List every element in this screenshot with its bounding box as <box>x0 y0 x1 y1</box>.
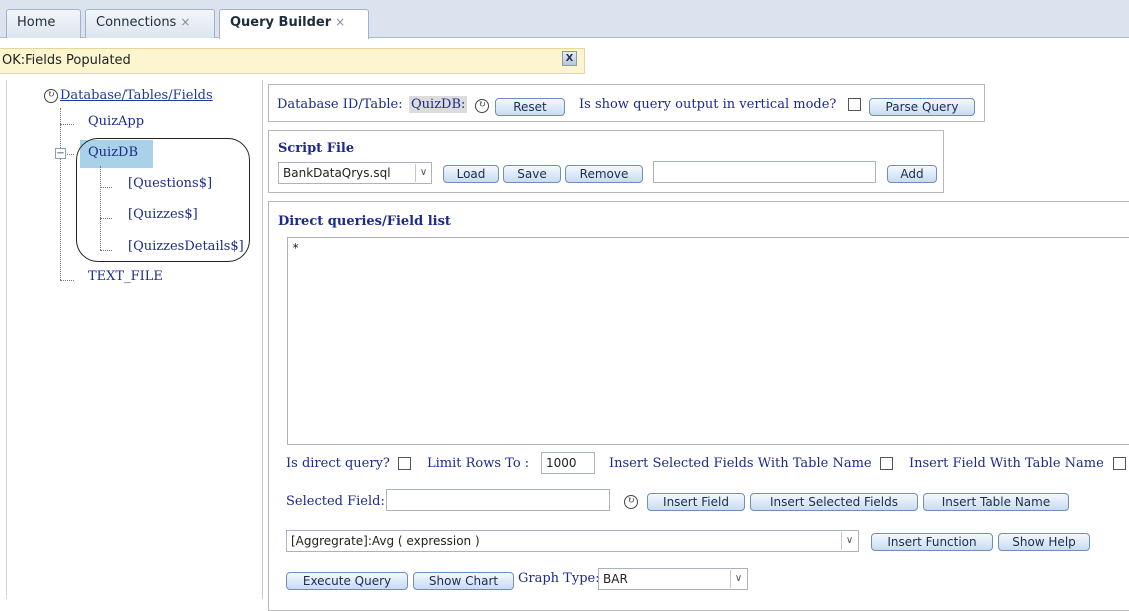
function-select[interactable]: [Aggregrate]:Avg ( expression ) <box>286 530 859 552</box>
tab-home[interactable]: Home <box>6 9 81 38</box>
insert-table-name-button[interactable]: Insert Table Name <box>923 493 1069 511</box>
tab-bar: Home Connections × Query Builder × <box>0 0 1129 39</box>
tab-label: Query Builder <box>230 15 332 30</box>
insert-field-with-table-checkbox[interactable] <box>1113 457 1126 470</box>
graph-type-select[interactable]: BAR <box>598 568 748 590</box>
execute-query-button[interactable]: Execute Query <box>286 572 408 590</box>
close-icon[interactable]: × <box>180 15 190 29</box>
refresh-icon[interactable]: ↻ <box>624 495 638 509</box>
function-value: [Aggregrate]:Avg ( expression ) <box>291 534 480 548</box>
vertical-mode-checkbox[interactable] <box>848 98 861 111</box>
direct-query-checkbox[interactable] <box>398 457 411 470</box>
vertical-mode-label: Is show query output in vertical mode? <box>579 97 837 112</box>
query-textarea[interactable]: * <box>287 237 1129 445</box>
script-file-title: Script File <box>278 141 355 156</box>
load-button[interactable]: Load <box>443 165 499 183</box>
annotation-callout <box>76 138 250 262</box>
graph-type-label: Graph Type: <box>518 571 600 586</box>
tab-label: Connections <box>96 15 177 30</box>
chevron-down-icon[interactable]: ∨ <box>730 570 746 588</box>
tree-connector <box>60 124 74 125</box>
status-message: OK:Fields Populated <box>2 53 131 68</box>
save-button[interactable]: Save <box>503 165 561 183</box>
show-chart-button[interactable]: Show Chart <box>413 572 514 590</box>
tree-root[interactable]: Database/Tables/Fields <box>60 88 213 103</box>
tree-node-text-file[interactable]: TEXT_FILE <box>88 269 163 284</box>
query-panel-title: Direct queries/Field list <box>278 214 451 229</box>
script-file-select[interactable]: BankDataQrys.sql <box>278 162 432 184</box>
tree-collapse-icon[interactable]: − <box>55 148 66 159</box>
limit-rows-input[interactable]: 1000 <box>541 452 595 474</box>
limit-rows-label: Limit Rows To : <box>427 456 530 471</box>
tree-connector <box>60 280 74 281</box>
refresh-icon[interactable]: ↻ <box>475 99 489 113</box>
query-text: * <box>292 241 300 255</box>
refresh-icon[interactable]: ↻ <box>44 89 58 103</box>
insert-selected-with-table-checkbox[interactable] <box>880 457 893 470</box>
panel-divider[interactable] <box>262 80 263 599</box>
database-id-value: QuizDB: <box>409 96 468 113</box>
chevron-down-icon[interactable]: ∨ <box>415 164 431 182</box>
selected-field-label: Selected Field: <box>286 494 385 509</box>
insert-field-button[interactable]: Insert Field <box>647 493 745 511</box>
reset-button[interactable]: Reset <box>495 98 565 116</box>
graph-type-value: BAR <box>603 572 628 586</box>
insert-field-with-table-label: Insert Field With Table Name <box>909 456 1104 471</box>
tree-node-quizapp[interactable]: QuizApp <box>88 114 144 129</box>
tab-query-builder[interactable]: Query Builder × <box>219 9 369 39</box>
remove-button[interactable]: Remove <box>565 165 643 183</box>
add-button[interactable]: Add <box>887 165 937 183</box>
selected-field-input[interactable] <box>386 489 610 511</box>
insert-function-button[interactable]: Insert Function <box>871 533 993 551</box>
tree-connector <box>60 108 61 280</box>
script-file-value: BankDataQrys.sql <box>283 166 391 180</box>
database-id-label: Database ID/Table: <box>277 97 403 112</box>
tab-label: Home <box>17 15 56 30</box>
close-icon[interactable]: X <box>562 51 577 66</box>
status-bar: OK:Fields Populated X <box>0 48 585 74</box>
show-help-button[interactable]: Show Help <box>998 533 1090 551</box>
direct-query-label: Is direct query? <box>286 456 390 471</box>
add-script-input[interactable] <box>653 161 876 183</box>
close-icon[interactable]: × <box>335 15 345 29</box>
insert-selected-fields-button[interactable]: Insert Selected Fields <box>750 493 918 511</box>
tab-connections[interactable]: Connections × <box>85 9 215 38</box>
chevron-down-icon[interactable]: ∨ <box>841 532 857 550</box>
insert-selected-with-table-label: Insert Selected Fields With Table Name <box>609 456 872 471</box>
parse-query-button[interactable]: Parse Query <box>869 98 975 116</box>
